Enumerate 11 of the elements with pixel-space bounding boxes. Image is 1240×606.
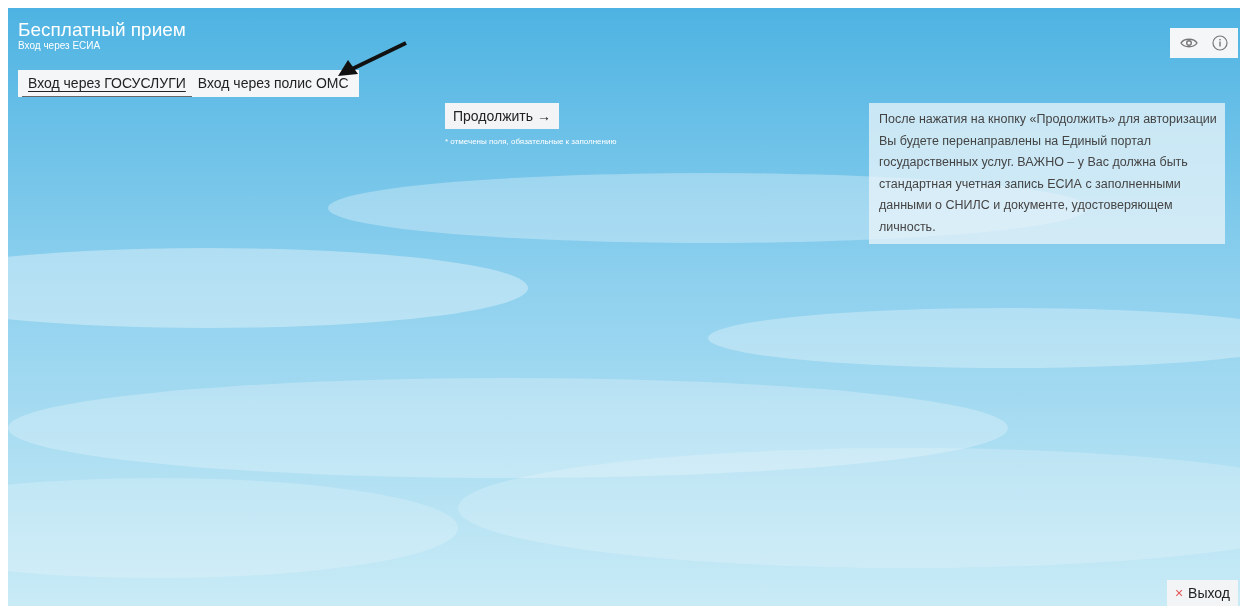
login-tab[interactable]: Вход через полис ОМС (191, 70, 355, 97)
arrow-icon (336, 40, 410, 78)
exit-button[interactable]: × Выход (1166, 580, 1238, 606)
page-title: Бесплатный прием (18, 20, 186, 40)
required-note: * отмечены поля, обязательные к заполнению (445, 137, 617, 146)
login-tab[interactable]: Вход через ГОСУСЛУГИ (22, 70, 192, 97)
continue-button[interactable]: Продолжить → (445, 103, 559, 129)
eye-icon[interactable] (1180, 37, 1198, 49)
page-subtitle: Вход через ЕСИА (18, 40, 102, 52)
info-text: После нажатия на кнопку «Продолжить» для авторизации Вы будете перенаправлены на Единый портал государственных услуг. ВАЖНО – у Вас должна быть стандартная учетная запись ЕСИА с заполненными данными о СНИЛС и документе, удостоверяющем личность. (869, 103, 1225, 244)
info-icon[interactable] (1212, 35, 1228, 51)
